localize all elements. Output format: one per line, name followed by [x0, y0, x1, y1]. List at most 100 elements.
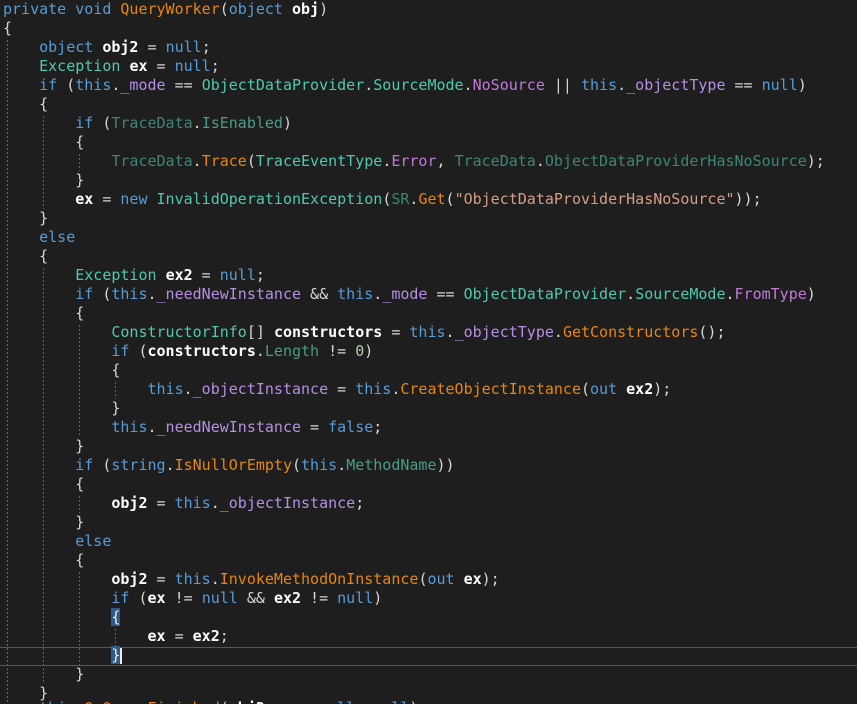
token-k: if — [75, 114, 93, 132]
token-p: ) — [798, 76, 807, 94]
token-p: ) — [364, 342, 373, 360]
code-line[interactable]: if (string.IsNullOrEmpty(this.MethodName… — [3, 456, 455, 475]
code-line[interactable]: ex = new InvalidOperationException(SR.Ge… — [3, 190, 762, 209]
token-p: . — [382, 152, 391, 170]
code-line[interactable]: else — [3, 228, 75, 247]
code-line[interactable]: } — [3, 437, 84, 456]
token-p: == — [166, 76, 202, 94]
token-pr: Length — [265, 342, 319, 360]
code-line[interactable]: } — [3, 646, 120, 665]
token-f: _objectType — [626, 76, 725, 94]
code-line[interactable]: object obj2 = null; — [3, 38, 211, 57]
code-line[interactable]: obj2 = this._objectInstance; — [3, 494, 364, 513]
code-line[interactable]: if (TraceData.IsEnabled) — [3, 114, 292, 133]
token-p — [3, 38, 39, 56]
token-t: Exception — [39, 57, 120, 75]
token-p — [3, 285, 75, 303]
code-line[interactable]: { — [3, 19, 12, 38]
token-l: obj — [292, 0, 319, 18]
code-line[interactable]: { — [3, 608, 120, 627]
token-k: this — [148, 380, 184, 398]
token-p — [3, 494, 111, 512]
code-line[interactable]: { — [3, 361, 120, 380]
token-p: . — [337, 456, 346, 474]
code-line[interactable]: { — [3, 304, 84, 323]
code-line[interactable]: { — [3, 247, 48, 266]
token-f: _objectInstance — [193, 380, 328, 398]
code-line[interactable]: { — [3, 95, 48, 114]
token-p: = — [93, 190, 120, 208]
token-p: } — [3, 209, 48, 227]
token-p: && — [301, 285, 337, 303]
code-line[interactable]: this._objectInstance = this.CreateObject… — [3, 380, 671, 399]
token-k: object — [229, 0, 283, 18]
code-line[interactable]: Exception ex2 = null; — [3, 266, 265, 285]
token-p: = — [328, 380, 355, 398]
token-l: constructors — [148, 342, 256, 360]
token-p: . — [211, 570, 220, 588]
code-line[interactable]: obj2 = this.InvokeMethodOnInstance(out e… — [3, 570, 500, 589]
token-n: 0 — [355, 342, 364, 360]
code-line[interactable]: } — [3, 209, 48, 228]
token-p: . — [626, 285, 635, 303]
token-p: . — [166, 456, 175, 474]
token-p: . — [726, 285, 735, 303]
code-line[interactable]: { — [3, 551, 84, 570]
token-p: ( — [129, 342, 147, 360]
text-caret — [120, 648, 122, 664]
token-p: = — [166, 627, 193, 645]
code-line[interactable]: ex = ex2; — [3, 627, 229, 646]
token-p: ; — [355, 494, 364, 512]
token-f: _needNewInstance — [157, 285, 302, 303]
code-line[interactable]: this.OnQueryFinished(obj2, ex, null, nul… — [3, 699, 427, 704]
code-editor[interactable]: private void QueryWorker(object obj){ ob… — [0, 0, 857, 704]
token-m: GetConstructors — [563, 323, 698, 341]
token-p: == — [427, 285, 463, 303]
token-pr: IsEnabled — [202, 114, 283, 132]
token-l: ex2 — [274, 589, 301, 607]
token-k: new — [120, 190, 147, 208]
token-m: Get — [418, 190, 445, 208]
code-line[interactable]: this._needNewInstance = false; — [3, 418, 382, 437]
token-f: _needNewInstance — [157, 418, 302, 436]
token-k: this — [581, 76, 617, 94]
token-k: this — [175, 570, 211, 588]
token-p — [3, 190, 75, 208]
token-p: . — [184, 380, 193, 398]
token-p: . — [75, 699, 84, 704]
token-p: = — [138, 38, 165, 56]
token-p: { — [3, 551, 84, 569]
token-f: _objectInstance — [220, 494, 355, 512]
code-line[interactable]: } — [3, 399, 120, 418]
token-p — [617, 380, 626, 398]
code-line[interactable]: if (constructors.Length != 0) — [3, 342, 373, 361]
token-p — [3, 228, 39, 246]
code-line[interactable]: if (this._needNewInstance && this._mode … — [3, 285, 816, 304]
token-t: InvalidOperationException — [157, 190, 383, 208]
code-line[interactable]: TraceData.Trace(TraceEventType.Error, Tr… — [3, 152, 825, 171]
token-p: = — [382, 323, 409, 341]
code-line[interactable]: } — [3, 171, 84, 190]
code-line[interactable]: else — [3, 532, 111, 551]
code-line[interactable]: ConstructorInfo[] constructors = this._o… — [3, 323, 726, 342]
token-t: ConstructorInfo — [111, 323, 246, 341]
token-p: ; — [202, 38, 211, 56]
token-p: ( — [247, 152, 256, 170]
token-k: else — [39, 228, 75, 246]
token-p: (); — [698, 323, 725, 341]
code-line[interactable]: private void QueryWorker(object obj) — [3, 0, 328, 19]
token-k: this — [111, 418, 147, 436]
code-line[interactable]: } — [3, 665, 84, 684]
token-p: || — [545, 76, 581, 94]
token-p — [3, 570, 111, 588]
code-line[interactable]: if (this._mode == ObjectDataProvider.Sou… — [3, 76, 807, 95]
token-p: ( — [220, 699, 229, 704]
token-k: false — [328, 418, 373, 436]
code-line[interactable]: { — [3, 475, 84, 494]
code-line[interactable]: if (ex != null && ex2 != null) — [3, 589, 382, 608]
token-k: null — [202, 589, 238, 607]
code-line[interactable]: Exception ex = null; — [3, 57, 220, 76]
code-line[interactable]: } — [3, 513, 84, 532]
token-p: . — [364, 76, 373, 94]
code-line[interactable]: { — [3, 133, 84, 152]
